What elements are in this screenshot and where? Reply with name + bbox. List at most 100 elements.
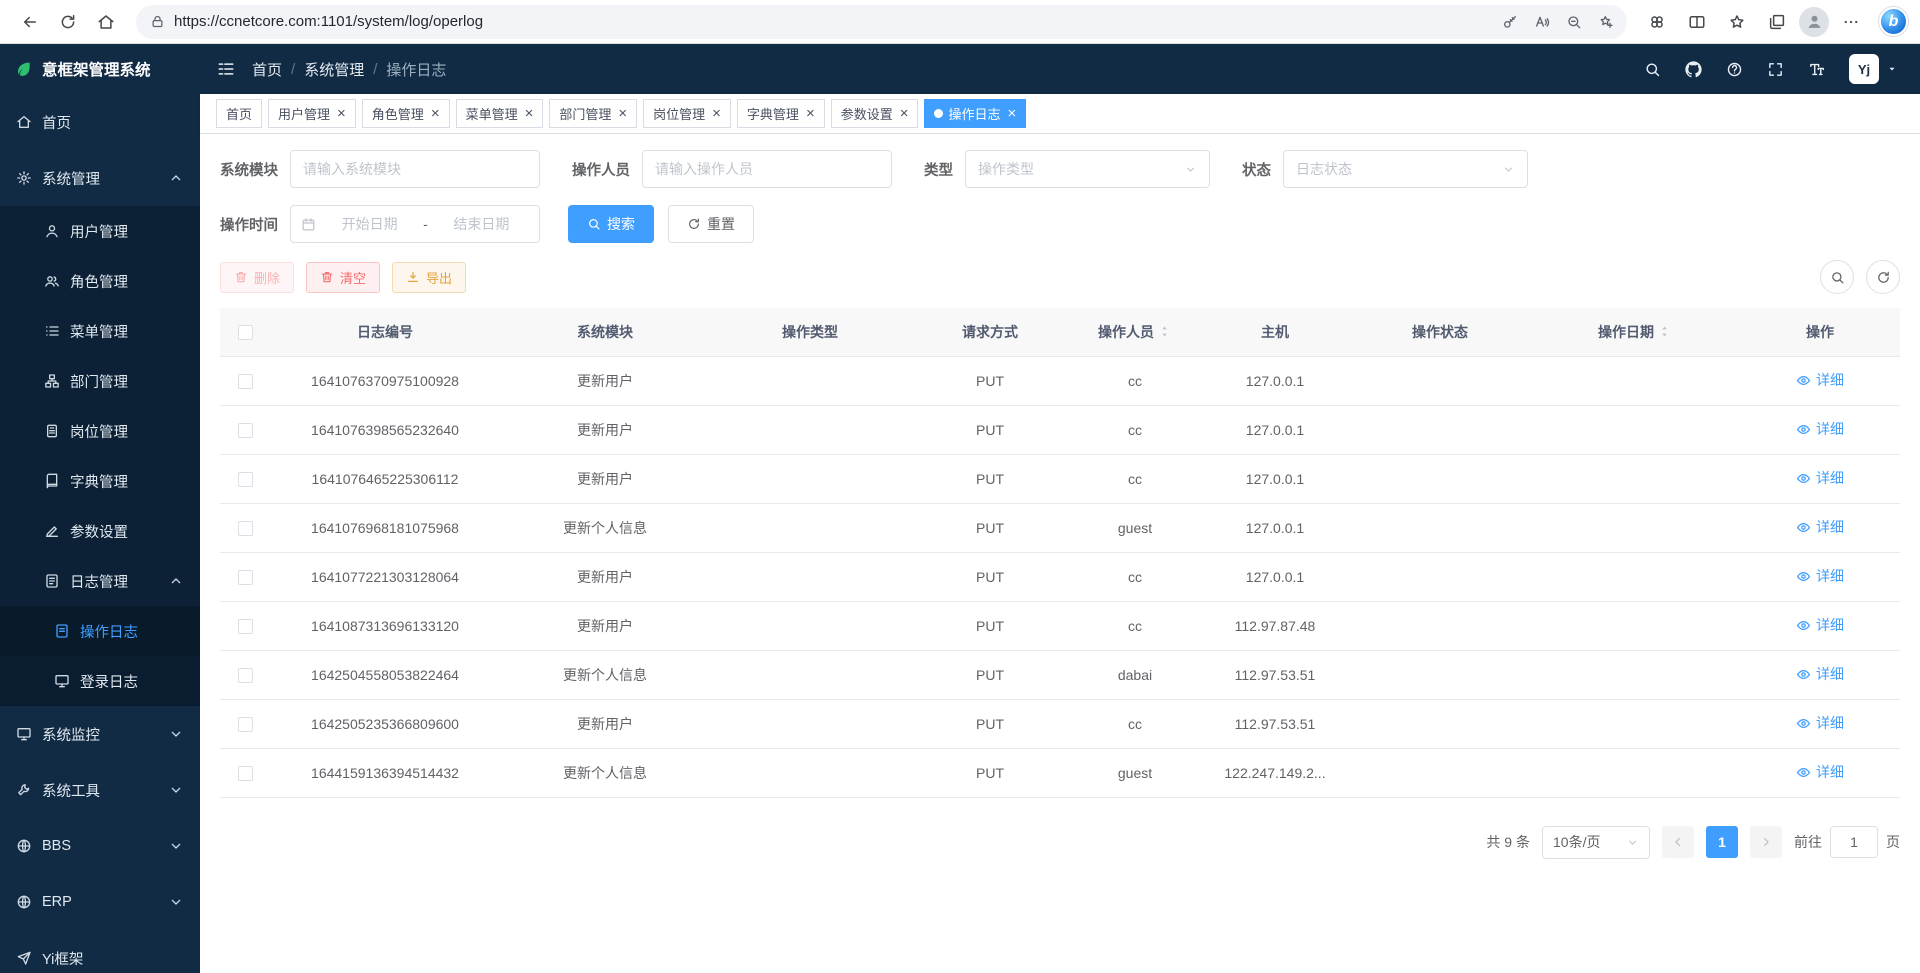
detail-link[interactable]: 详细 (1796, 419, 1844, 439)
header-github-button[interactable] (1685, 61, 1702, 78)
status-select[interactable]: 日志状态 (1283, 150, 1528, 188)
address-url[interactable]: https://ccnetcore.com:1101/system/log/op… (174, 13, 1486, 30)
cell-method: PUT (910, 650, 1070, 699)
more-button[interactable] (1833, 4, 1869, 40)
refresh-table-button[interactable] (1866, 260, 1900, 294)
sidebar-item-yi-framework[interactable]: Yi框架 (0, 930, 200, 973)
prev-page-button[interactable] (1662, 826, 1694, 858)
sidebar-item-role-management[interactable]: 角色管理 (0, 256, 200, 306)
page-button-1[interactable]: 1 (1706, 826, 1738, 858)
detail-link[interactable]: 详细 (1796, 566, 1844, 586)
back-button[interactable] (12, 4, 48, 40)
zoom-out-button[interactable] (1559, 7, 1589, 37)
search-button[interactable]: 搜索 (568, 205, 654, 243)
read-aloud-button[interactable] (1527, 7, 1557, 37)
header-question-button[interactable] (1726, 61, 1743, 78)
close-icon[interactable]: × (337, 106, 346, 121)
select-all-checkbox[interactable] (238, 325, 253, 340)
breadcrumb-system[interactable]: 系统管理 (304, 59, 364, 80)
breadcrumb-home[interactable]: 首页 (252, 59, 282, 80)
close-icon[interactable]: × (806, 106, 815, 121)
type-select[interactable]: 操作类型 (965, 150, 1210, 188)
sidebar-item-param-settings[interactable]: 参数设置 (0, 506, 200, 556)
close-icon[interactable]: × (431, 106, 440, 121)
address-bar[interactable]: https://ccnetcore.com:1101/system/log/op… (136, 5, 1627, 39)
detail-link[interactable]: 详细 (1796, 468, 1844, 488)
show-search-button[interactable] (1820, 260, 1854, 294)
sidebar-item-menu-management[interactable]: 菜单管理 (0, 306, 200, 356)
detail-link[interactable]: 详细 (1796, 370, 1844, 390)
tab-role-management[interactable]: 角色管理× (362, 99, 450, 128)
next-page-button[interactable] (1750, 826, 1782, 858)
bing-icon[interactable]: b (1879, 7, 1908, 36)
home-button[interactable] (88, 4, 124, 40)
export-button[interactable]: 导出 (392, 262, 466, 293)
sidebar-item-home[interactable]: 首页 (0, 94, 200, 150)
tab-dept-management[interactable]: 部门管理× (549, 99, 637, 128)
close-icon[interactable]: × (712, 106, 721, 121)
row-checkbox[interactable] (238, 717, 253, 732)
detail-link[interactable]: 详细 (1796, 615, 1844, 635)
column-header[interactable]: 操作日期 (1530, 308, 1740, 356)
close-icon[interactable]: × (525, 106, 534, 121)
row-checkbox[interactable] (238, 472, 253, 487)
close-icon[interactable]: × (618, 106, 627, 121)
tab-param-settings[interactable]: 参数设置× (831, 99, 919, 128)
operator-input[interactable] (642, 150, 892, 188)
row-checkbox[interactable] (238, 423, 253, 438)
favorite-add-button[interactable] (1591, 7, 1621, 37)
tab-post-management[interactable]: 岗位管理× (643, 99, 731, 128)
sidebar-item-user-management[interactable]: 用户管理 (0, 206, 200, 256)
sidebar-item-login-log[interactable]: 登录日志 (0, 656, 200, 706)
tab-menu-management[interactable]: 菜单管理× (456, 99, 544, 128)
reset-button[interactable]: 重置 (668, 205, 754, 243)
close-icon[interactable]: × (1008, 106, 1017, 121)
row-checkbox[interactable] (238, 521, 253, 536)
row-checkbox[interactable] (238, 374, 253, 389)
sidebar-item-dict-management[interactable]: 字典管理 (0, 456, 200, 506)
header-search-button[interactable] (1644, 61, 1661, 78)
sidebar-item-bbs[interactable]: BBS (0, 818, 200, 874)
key-button[interactable] (1495, 7, 1525, 37)
app-logo[interactable]: 意框架管理系统 (0, 44, 200, 94)
menu-fold-button[interactable] (200, 60, 252, 78)
row-checkbox[interactable] (238, 668, 253, 683)
refresh-button[interactable] (50, 4, 86, 40)
detail-link[interactable]: 详细 (1796, 664, 1844, 684)
split-screen-button[interactable] (1679, 4, 1715, 40)
profile-avatar[interactable] (1799, 7, 1829, 37)
header-font-size-button[interactable] (1808, 61, 1825, 78)
user-avatar-menu[interactable]: Yj (1849, 54, 1898, 84)
sidebar-item-system-monitor[interactable]: 系统监控 (0, 706, 200, 762)
sidebar-item-log-management[interactable]: 日志管理 (0, 556, 200, 606)
tab-dict-management[interactable]: 字典管理× (737, 99, 825, 128)
favorites-bar-button[interactable] (1719, 4, 1755, 40)
detail-link[interactable]: 详细 (1796, 762, 1844, 782)
goto-page-input[interactable] (1830, 826, 1878, 858)
sidebar-item-system-tools[interactable]: 系统工具 (0, 762, 200, 818)
row-checkbox[interactable] (238, 619, 253, 634)
sidebar-item-system-management[interactable]: 系统管理 (0, 150, 200, 206)
detail-link[interactable]: 详细 (1796, 713, 1844, 733)
tab-home[interactable]: 首页 (216, 99, 262, 128)
date-range-picker[interactable]: 开始日期 - 结束日期 (290, 205, 540, 243)
tab-user-management[interactable]: 用户管理× (268, 99, 356, 128)
column-header[interactable]: 操作人员 (1070, 308, 1200, 356)
row-checkbox[interactable] (238, 570, 253, 585)
tab-operation-log[interactable]: 操作日志× (924, 99, 1026, 128)
clear-button[interactable]: 清空 (306, 262, 380, 293)
sidebar-item-post-management[interactable]: 岗位管理 (0, 406, 200, 456)
page-size-select[interactable]: 10条/页 (1542, 826, 1650, 859)
collections-button[interactable] (1759, 4, 1795, 40)
sidebar-item-dept-management[interactable]: 部门管理 (0, 356, 200, 406)
avatar[interactable]: Yj (1849, 54, 1879, 84)
row-checkbox[interactable] (238, 766, 253, 781)
detail-link[interactable]: 详细 (1796, 517, 1844, 537)
extensions-button[interactable] (1639, 4, 1675, 40)
close-icon[interactable]: × (900, 106, 909, 121)
delete-button[interactable]: 删除 (220, 262, 294, 293)
module-input[interactable] (290, 150, 540, 188)
header-fullscreen-button[interactable] (1767, 61, 1784, 78)
sidebar-item-operation-log[interactable]: 操作日志 (0, 606, 200, 656)
sidebar-item-erp[interactable]: ERP (0, 874, 200, 930)
